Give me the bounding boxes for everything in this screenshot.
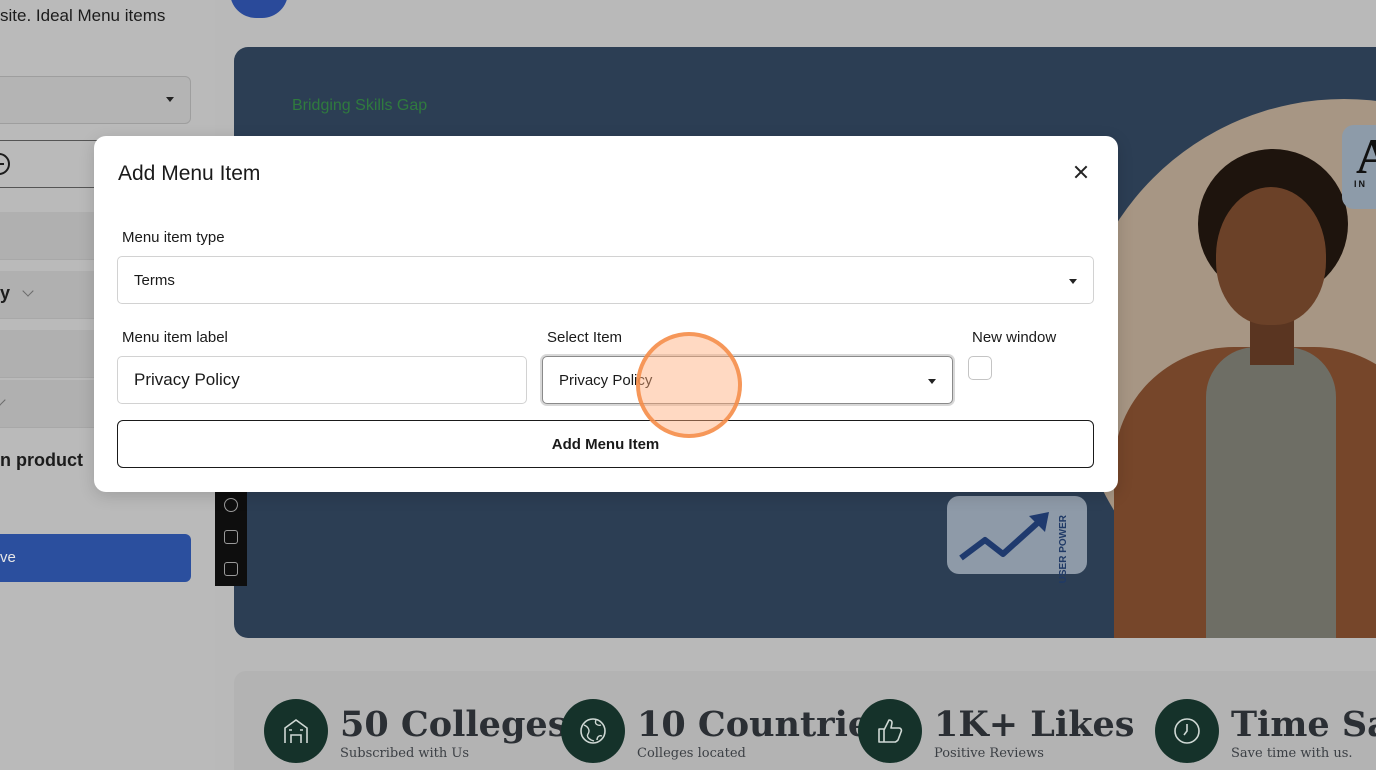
chevron-down-icon[interactable] (22, 285, 34, 297)
stats-bar: 50 Colleges Subscribed with Us 10 Countr… (234, 671, 1376, 770)
left-product-label: n product (0, 450, 83, 470)
person-shirt (1206, 347, 1336, 638)
stat-title: 50 Colleges (340, 704, 568, 745)
close-icon[interactable] (1069, 160, 1093, 184)
corner-badge-letter: A (1356, 128, 1376, 184)
menu-item-type-label: Menu item type (122, 229, 225, 246)
stat-title: 1K+ Likes (934, 704, 1135, 745)
building-icon (264, 699, 328, 763)
chevron-down-icon (928, 379, 936, 384)
menu-item-label-label: Menu item label (122, 329, 228, 346)
chevron-down-icon (1069, 279, 1077, 284)
download-icon[interactable] (224, 562, 238, 576)
trend-up-icon (959, 512, 1049, 561)
menu-item-type-value: Terms (134, 271, 175, 289)
user-power-text: USER POWER (1058, 515, 1069, 584)
menu-item-type-select[interactable]: Terms (117, 256, 1094, 304)
globe-icon (561, 699, 625, 763)
editor-toolbar (215, 488, 247, 586)
palette-icon[interactable] (224, 498, 238, 512)
person-face (1216, 187, 1326, 325)
dialog-title: Add Menu Item (118, 162, 261, 185)
left-description: site. Ideal Menu items (0, 6, 166, 25)
add-circle-icon[interactable] (0, 153, 10, 175)
thumbs-up-icon (858, 699, 922, 763)
stat-subtitle: Save time with us. (1231, 746, 1353, 761)
chevron-down-icon (166, 97, 174, 102)
left-row-fragment: y (0, 283, 11, 303)
add-menu-item-button[interactable]: Add Menu Item (117, 420, 1094, 468)
stat-subtitle: Positive Reviews (934, 746, 1044, 761)
layout-icon[interactable] (224, 530, 238, 544)
save-button[interactable]: ve (0, 534, 191, 582)
shield-logo-icon (230, 0, 288, 18)
stat-title: Time Save (1231, 704, 1376, 745)
select-item-select[interactable]: Privacy Policy (542, 356, 953, 404)
new-window-checkbox[interactable] (968, 356, 992, 380)
add-menu-item-dialog: Add Menu Item Menu item type Terms Menu … (94, 136, 1118, 492)
new-window-label: New window (972, 329, 1057, 346)
corner-badge: A IN (1342, 125, 1376, 209)
left-select[interactable] (0, 76, 191, 124)
menu-item-label-input[interactable] (117, 356, 527, 404)
corner-badge-sub: IN (1354, 179, 1367, 189)
select-item-label: Select Item (547, 329, 623, 346)
stat-subtitle: Subscribed with Us (340, 746, 470, 761)
hero-tag: Bridging Skills Gap (292, 97, 428, 114)
select-item-value: Privacy Policy (559, 371, 653, 389)
stat-title: 10 Countries (637, 704, 890, 745)
stat-subtitle: Colleges located (637, 746, 746, 761)
chevron-down-icon[interactable] (0, 394, 6, 406)
clock-icon (1155, 699, 1219, 763)
